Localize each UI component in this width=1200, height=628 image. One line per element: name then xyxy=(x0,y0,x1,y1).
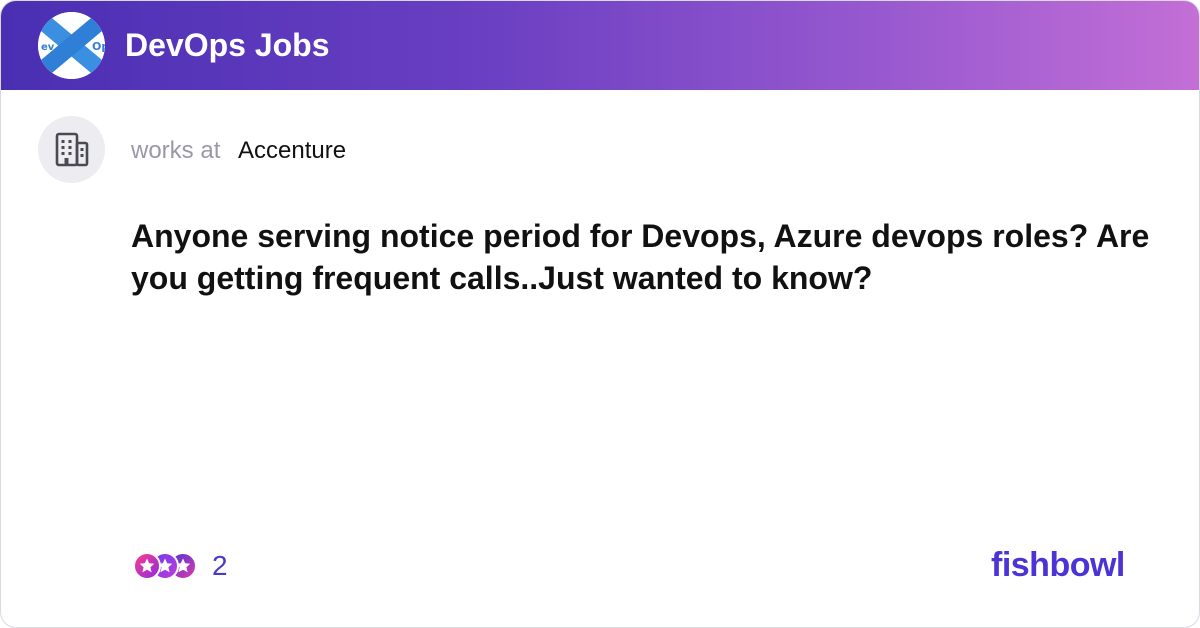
bowl-header[interactable]: ev Op DevOps Jobs xyxy=(1,1,1199,90)
heart-reaction-icon xyxy=(133,552,161,580)
reaction-count[interactable]: 2 xyxy=(212,549,228,583)
company-name[interactable]: Accenture xyxy=(238,137,346,165)
post-body[interactable]: Anyone serving notice period for Devops,… xyxy=(131,215,1151,299)
building-icon xyxy=(55,132,89,167)
svg-text:ev: ev xyxy=(41,42,55,53)
post-card[interactable]: ev Op DevOps Jobs works at Accenture Any… xyxy=(0,0,1200,628)
reaction-icons[interactable] xyxy=(131,549,201,583)
devops-bowl-logo-icon[interactable]: ev Op xyxy=(38,12,105,79)
svg-text:Op: Op xyxy=(92,40,105,53)
fishbowl-logo[interactable]: fishbowl xyxy=(991,545,1125,585)
works-at-label: works at xyxy=(131,137,221,164)
bowl-title[interactable]: DevOps Jobs xyxy=(125,25,330,65)
company-avatar[interactable] xyxy=(38,116,105,183)
